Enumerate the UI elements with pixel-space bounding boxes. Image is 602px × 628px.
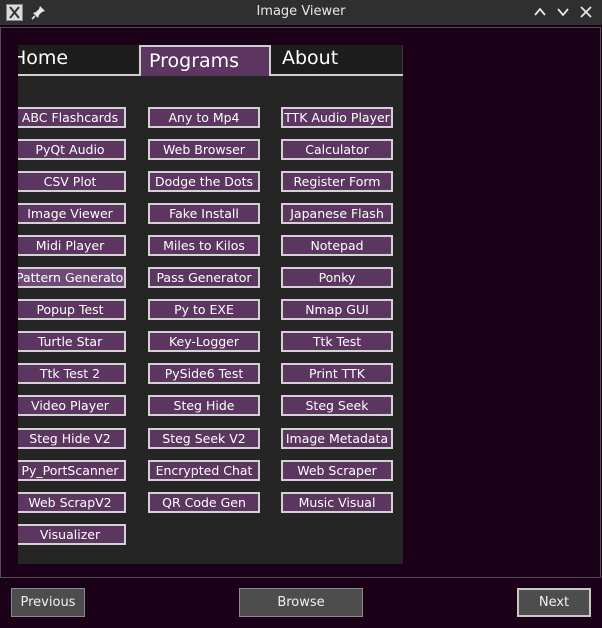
program-button-pass-generator[interactable]: Pass Generator bbox=[148, 267, 260, 288]
previous-button[interactable]: Previous bbox=[11, 588, 85, 617]
restore-icon[interactable] bbox=[554, 3, 572, 21]
program-button-print-ttk[interactable]: Print TTK bbox=[281, 363, 393, 384]
program-button-abc-flashcards[interactable]: ABC Flashcards bbox=[18, 107, 126, 128]
program-button-visualizer[interactable]: Visualizer bbox=[18, 524, 126, 545]
program-button-popup-test[interactable]: Popup Test bbox=[18, 299, 126, 320]
program-button-notepad[interactable]: Notepad bbox=[281, 235, 393, 256]
program-button-pyqt-audio[interactable]: PyQt Audio bbox=[18, 139, 126, 160]
program-button-any-to-mp4[interactable]: Any to Mp4 bbox=[148, 107, 260, 128]
program-button-pattern-generator[interactable]: Pattern Generator bbox=[18, 267, 126, 288]
program-button-nmap-gui[interactable]: Nmap GUI bbox=[281, 299, 393, 320]
program-button-key-logger[interactable]: Key-Logger bbox=[148, 331, 260, 352]
program-button-csv-plot[interactable]: CSV Plot bbox=[18, 171, 126, 192]
program-button-miles-to-kilos[interactable]: Miles to Kilos bbox=[148, 235, 260, 256]
program-button-image-metadata[interactable]: Image Metadata bbox=[281, 428, 393, 449]
bottom-nav-bar: Previous Browse Next bbox=[0, 580, 602, 628]
tab-notebook: Home About Programs ABC Flashcards PyQt … bbox=[18, 45, 403, 564]
program-button-steg-seek-v2[interactable]: Steg Seek V2 bbox=[148, 428, 260, 449]
program-button-qr-code-gen[interactable]: QR Code Gen bbox=[148, 492, 260, 513]
tab-programs[interactable]: Programs bbox=[139, 45, 271, 76]
program-button-steg-hide[interactable]: Steg Hide bbox=[148, 395, 260, 416]
program-button-japanese-flash[interactable]: Japanese Flash bbox=[281, 203, 393, 224]
content-frame: Home About Programs ABC Flashcards PyQt … bbox=[0, 27, 601, 578]
tab-about[interactable]: About bbox=[271, 45, 403, 74]
tab-divider bbox=[18, 74, 140, 76]
program-button-py-to-exe[interactable]: Py to EXE bbox=[148, 299, 260, 320]
minimize-icon[interactable] bbox=[531, 3, 549, 21]
close-icon[interactable] bbox=[577, 3, 595, 21]
tab-programs-label: Programs bbox=[149, 50, 240, 72]
title-bar: Image Viewer bbox=[0, 0, 602, 25]
tab-home-label: Home bbox=[18, 47, 69, 69]
tab-about-label: About bbox=[282, 47, 339, 69]
program-button-steg-seek[interactable]: Steg Seek bbox=[281, 395, 393, 416]
program-button-dodge-the-dots[interactable]: Dodge the Dots bbox=[148, 171, 260, 192]
program-button-steg-hide-v2[interactable]: Steg Hide V2 bbox=[18, 428, 126, 449]
program-button-ttk-test[interactable]: Ttk Test bbox=[281, 331, 393, 352]
program-button-ponky[interactable]: Ponky bbox=[281, 267, 393, 288]
program-button-calculator[interactable]: Calculator bbox=[281, 139, 393, 160]
program-button-py-portscanner[interactable]: Py_PortScanner bbox=[18, 460, 126, 481]
browse-button[interactable]: Browse bbox=[239, 588, 363, 617]
window-title: Image Viewer bbox=[256, 4, 346, 19]
program-button-ttk-test-2[interactable]: Ttk Test 2 bbox=[18, 363, 126, 384]
window-body: Home About Programs ABC Flashcards PyQt … bbox=[0, 25, 602, 628]
program-button-fake-install[interactable]: Fake Install bbox=[148, 203, 260, 224]
program-button-video-player[interactable]: Video Player bbox=[18, 395, 126, 416]
next-button[interactable]: Next bbox=[517, 588, 591, 617]
program-button-turtle-star[interactable]: Turtle Star bbox=[18, 331, 126, 352]
tab-home[interactable]: Home bbox=[18, 45, 140, 74]
program-button-pyside6-test[interactable]: PySide6 Test bbox=[148, 363, 260, 384]
program-button-register-form[interactable]: Register Form bbox=[281, 171, 393, 192]
tab-divider bbox=[271, 74, 403, 76]
program-button-ttk-audio-player[interactable]: TTK Audio Player bbox=[281, 107, 393, 128]
program-button-web-scrapv2[interactable]: Web ScrapV2 bbox=[18, 492, 126, 513]
program-button-encrypted-chat[interactable]: Encrypted Chat bbox=[148, 460, 260, 481]
program-button-music-visual[interactable]: Music Visual bbox=[281, 492, 393, 513]
program-button-midi-player[interactable]: Midi Player bbox=[18, 235, 126, 256]
program-button-image-viewer[interactable]: Image Viewer bbox=[18, 203, 126, 224]
program-button-web-browser[interactable]: Web Browser bbox=[148, 139, 260, 160]
program-button-web-scraper[interactable]: Web Scraper bbox=[281, 460, 393, 481]
